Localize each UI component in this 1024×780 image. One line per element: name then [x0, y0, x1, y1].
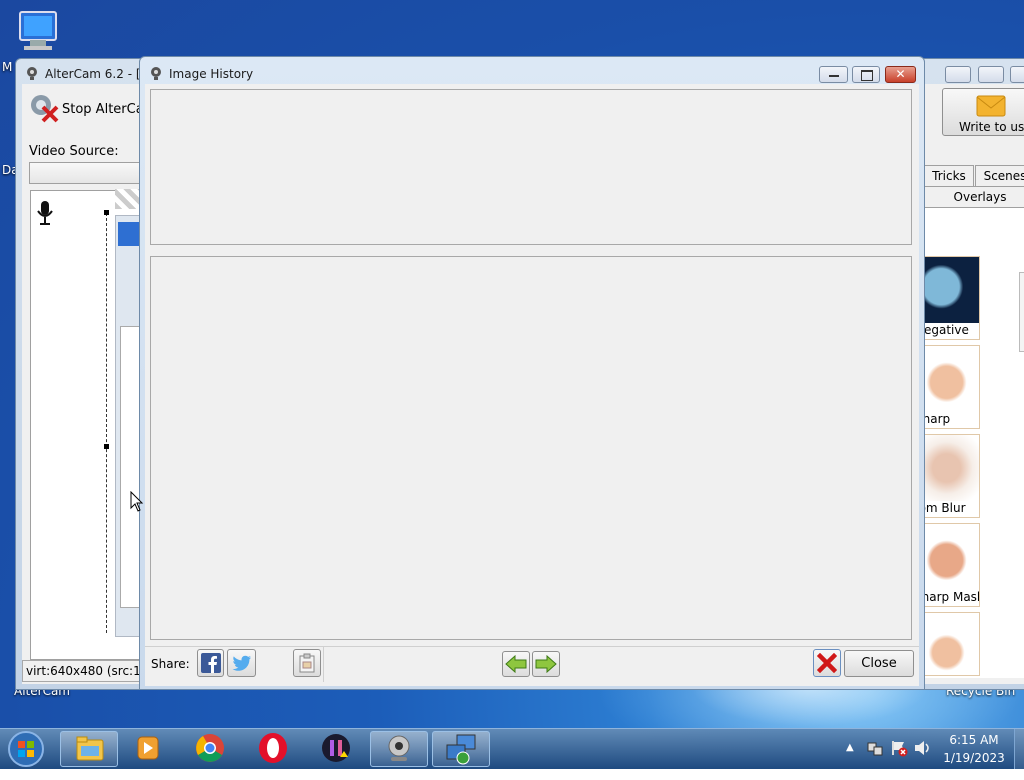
mouse-cursor-icon — [130, 490, 144, 516]
share-label: Share: — [151, 657, 190, 671]
tab-tricks[interactable]: Tricks — [924, 165, 974, 187]
webcam-icon — [388, 735, 410, 761]
effect-label: Zoom Blur — [925, 501, 966, 515]
effect-thumb-negative[interactable]: Negative — [924, 256, 980, 340]
dialog-maximize-button[interactable] — [852, 66, 880, 83]
delete-icon — [816, 652, 838, 674]
video-source-label: Video Source: — [29, 144, 119, 159]
dialog-title: Image History — [169, 67, 254, 81]
video-source-dropdown[interactable] — [29, 162, 149, 184]
network-computer-icon — [446, 734, 476, 765]
share-twitter-button[interactable] — [227, 649, 256, 677]
minimize-button[interactable] — [945, 66, 971, 83]
tab-overlays[interactable]: Overlays — [924, 186, 1024, 208]
transparency-pattern — [115, 189, 139, 209]
close-window-button[interactable] — [1010, 66, 1024, 83]
effect-preview-image — [925, 613, 979, 675]
effect-thumb-unsharp-mask[interactable]: Unsharp Mask — [924, 523, 980, 607]
arrow-right-icon — [535, 654, 557, 674]
taskbar: ▲ 6:15 AM 1/19/2023 — [0, 728, 1024, 769]
show-hidden-icons-icon[interactable]: ▲ — [846, 742, 854, 753]
effect-label: Unsharp Mask — [924, 590, 979, 604]
previous-image-button[interactable] — [502, 651, 530, 677]
monitor-icon — [19, 11, 57, 50]
toolbar-separator — [323, 646, 324, 682]
app-icon — [322, 734, 350, 762]
desktop-icon-label: M — [2, 60, 13, 74]
effect-thumb[interactable] — [924, 612, 980, 676]
folder-icon — [76, 736, 104, 761]
dialog-close-x-button[interactable]: ✕ — [885, 66, 916, 83]
taskbar-media-player[interactable] — [120, 731, 178, 767]
copy-to-clipboard-button[interactable] — [293, 649, 321, 677]
action-center-flag-icon[interactable] — [890, 739, 908, 760]
arrow-left-icon — [505, 654, 527, 674]
media-player-icon — [137, 736, 159, 760]
computer-desktop-icon[interactable] — [14, 8, 64, 58]
minimize-icon — [829, 75, 839, 77]
delete-image-button[interactable] — [813, 649, 841, 677]
effect-label: Sharp — [925, 412, 951, 426]
opera-icon — [259, 733, 287, 763]
taskbar-chrome[interactable] — [182, 731, 240, 767]
taskbar-network-tool[interactable] — [432, 731, 490, 767]
start-button[interactable] — [4, 729, 48, 769]
crop-guide — [106, 213, 108, 633]
history-thumbnail-strip[interactable] — [150, 89, 912, 245]
write-to-us-label: Write to us — [959, 120, 1024, 134]
twitter-icon — [232, 655, 251, 671]
status-bar: virt:640x480 (src:10 — [22, 660, 142, 682]
effects-scrollbar[interactable] — [1019, 272, 1024, 352]
effect-preview-image — [925, 524, 979, 590]
tab-scenes[interactable]: Scenes — [975, 165, 1024, 187]
microphone-icon[interactable] — [35, 199, 55, 230]
close-icon: ✕ — [895, 67, 906, 81]
stop-webcam-icon — [29, 93, 59, 126]
next-image-button[interactable] — [532, 651, 560, 677]
altercam-app-icon — [25, 66, 39, 83]
dialog-client: Share: Close — [145, 84, 919, 686]
windows-logo-icon — [8, 731, 44, 767]
write-to-us-button[interactable]: Write to us — [942, 88, 1024, 136]
maximize-icon — [861, 70, 873, 81]
taskbar-explorer[interactable] — [60, 731, 118, 767]
crop-handle[interactable] — [104, 210, 109, 215]
facebook-icon — [200, 653, 221, 673]
maximize-button[interactable] — [978, 66, 1004, 83]
effect-preview-image — [925, 257, 979, 323]
chrome-icon — [196, 734, 224, 762]
show-desktop-button[interactable] — [1014, 729, 1024, 769]
network-icon[interactable] — [866, 739, 884, 760]
history-image-preview — [150, 256, 912, 640]
dialog-app-icon — [149, 66, 163, 83]
effect-label: Negative — [924, 323, 969, 337]
crop-handle[interactable] — [104, 444, 109, 449]
taskbar-opera[interactable] — [245, 731, 303, 767]
taskbar-altercam[interactable] — [370, 731, 428, 767]
divider — [145, 646, 919, 647]
envelope-icon — [976, 95, 1006, 120]
dialog-minimize-button[interactable] — [819, 66, 848, 83]
taskbar-app[interactable] — [308, 731, 366, 767]
effect-thumb-zoom-blur[interactable]: Zoom Blur — [924, 434, 980, 518]
volume-icon[interactable] — [913, 739, 933, 760]
close-button[interactable]: Close — [844, 650, 914, 677]
preview-area — [30, 189, 150, 660]
effect-thumb-sharp[interactable]: Sharp — [924, 345, 980, 429]
clock-time[interactable]: 6:15 AM — [940, 733, 1008, 747]
effect-preview-image — [925, 346, 979, 412]
clock-date[interactable]: 1/19/2023 — [940, 751, 1008, 765]
clipboard-icon — [299, 653, 315, 673]
effect-preview-image — [925, 435, 979, 501]
share-facebook-button[interactable] — [197, 649, 224, 677]
